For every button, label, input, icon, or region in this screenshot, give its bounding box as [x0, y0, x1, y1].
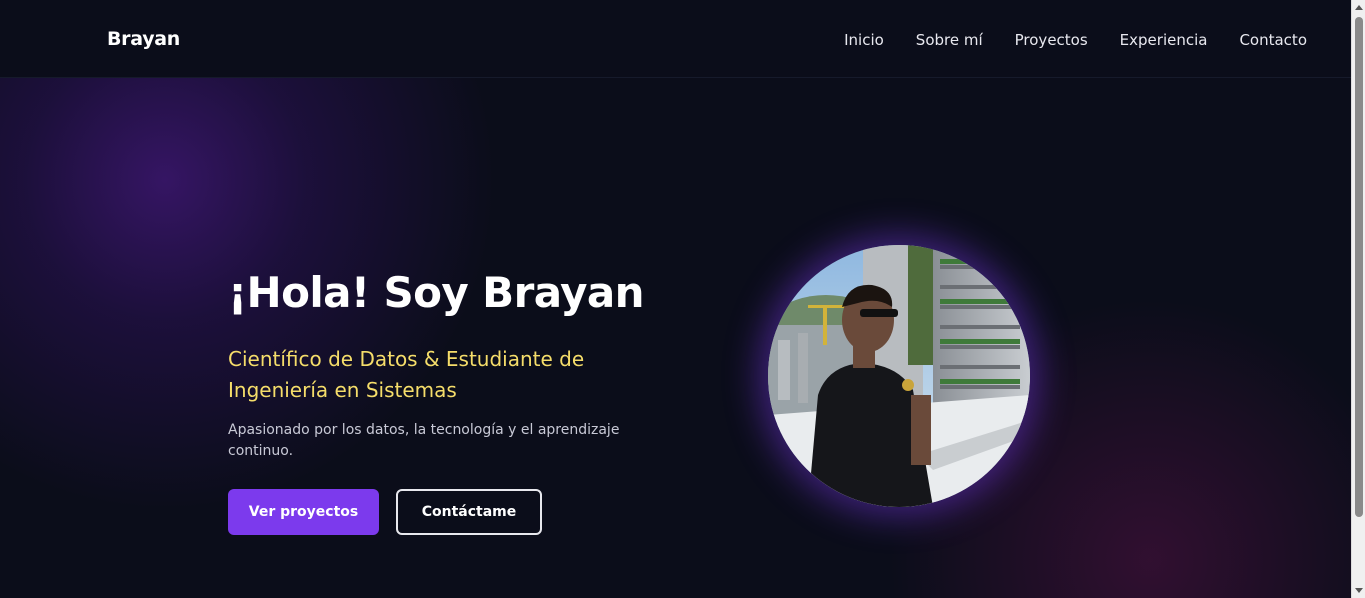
- hero-buttons: Ver proyectos Contáctame: [228, 489, 542, 535]
- contact-me-button[interactable]: Contáctame: [396, 489, 542, 535]
- hero-description: Apasionado por los datos, la tecnología …: [228, 422, 620, 459]
- nav-links: Inicio Sobre mí Proyectos Experiencia Co…: [844, 31, 1307, 49]
- nav-link-experiencia[interactable]: Experiencia: [1120, 31, 1208, 49]
- view-projects-button[interactable]: Ver proyectos: [228, 489, 379, 535]
- scroll-up-icon[interactable]: [1355, 5, 1363, 10]
- profile-photo-illustration: [768, 245, 1030, 507]
- nav-link-inicio[interactable]: Inicio: [844, 31, 884, 49]
- page: Brayan Inicio Sobre mí Proyectos Experie…: [0, 0, 1365, 598]
- hero-subtitle: Científico de Datos & Estudiante de Inge…: [228, 347, 585, 402]
- scroll-down-icon[interactable]: [1355, 588, 1363, 593]
- vertical-scrollbar[interactable]: [1351, 0, 1365, 598]
- scrollbar-thumb[interactable]: [1355, 17, 1363, 517]
- profile-photo: [768, 245, 1030, 507]
- brand-logo[interactable]: Brayan: [107, 28, 180, 50]
- nav-link-contacto[interactable]: Contacto: [1239, 31, 1307, 49]
- hero-text: ¡Hola! Soy Brayan Científico de Datos & …: [228, 266, 648, 462]
- nav-link-sobre-mi[interactable]: Sobre mí: [916, 31, 983, 49]
- hero-title: ¡Hola! Soy Brayan: [228, 268, 645, 317]
- nav-link-proyectos[interactable]: Proyectos: [1015, 31, 1088, 49]
- navbar: Brayan Inicio Sobre mí Proyectos Experie…: [0, 0, 1351, 78]
